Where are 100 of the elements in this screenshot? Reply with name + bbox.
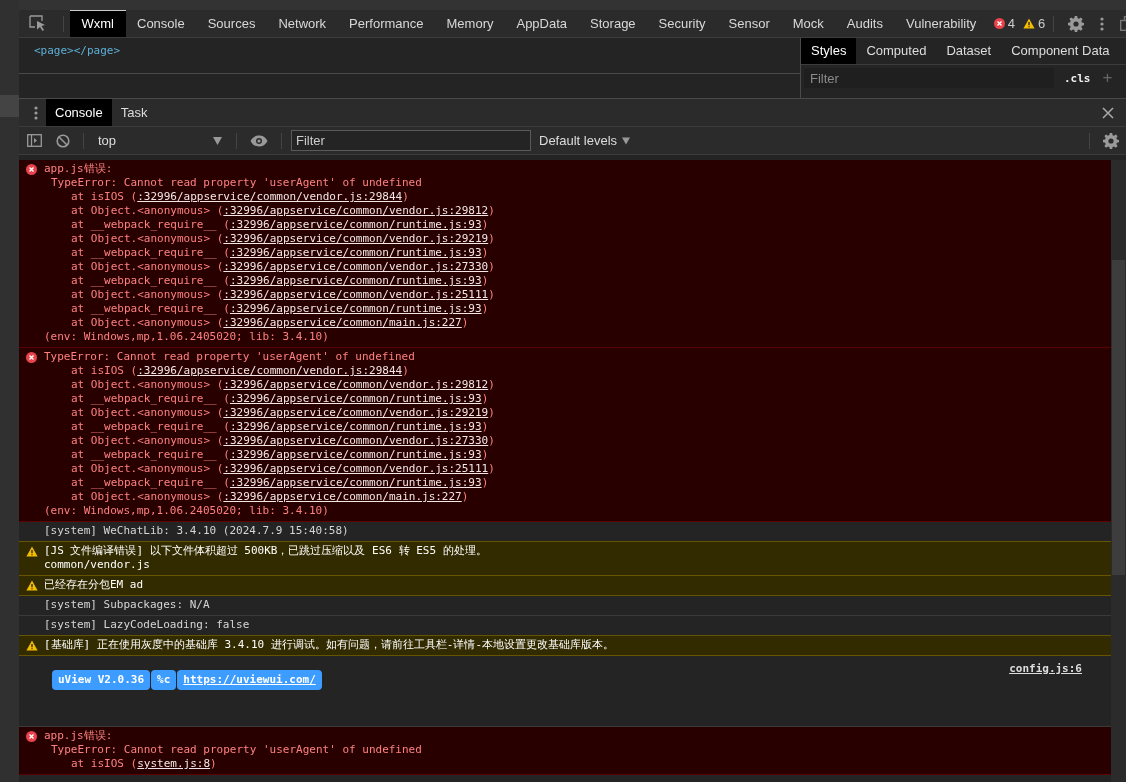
log-line: TypeError: Cannot read property 'userAgent' of undefined	[51, 176, 423, 190]
stack-frame-line: at isIOS (system.js:8)	[71, 757, 218, 771]
stack-frame-line: at Object.<anonymous> (:32996/appservice/common/vendor.js:27330)	[71, 434, 496, 448]
stack-frame-line: at isIOS (:32996/appservice/common/vendor.js:29844)	[71, 364, 410, 378]
drawer-tab[interactable]: Console	[46, 99, 112, 126]
source-link[interactable]: :32996/appservice/common/runtime.js:93	[229, 218, 482, 231]
caret-icon	[213, 136, 222, 145]
filter-field[interactable]: Filter	[291, 130, 531, 151]
sidebar-toggle-icon[interactable]	[27, 134, 42, 147]
error-icon	[26, 164, 37, 175]
source-link[interactable]: :32996/appservice/common/vendor.js:29219	[223, 232, 489, 245]
source-link[interactable]: :32996/appservice/common/vendor.js:25111	[223, 462, 489, 475]
source-link[interactable]: :32996/appservice/common/main.js:227	[223, 490, 462, 503]
stack-frame-line: at __webpack_require__ (:32996/appservice/common/runtime.js:93)	[71, 392, 490, 406]
source-link[interactable]: :32996/appservice/common/runtime.js:93	[229, 274, 482, 287]
warning-icon	[25, 546, 38, 557]
log-line: [JS 文件编译错误] 以下文件体积超过 500KB，已跳过压缩以及 ES6 转 ES5 的处理。	[44, 544, 488, 558]
source-link[interactable]: :32996/appservice/common/vendor.js:25111	[223, 288, 489, 301]
log-line: [system] Subpackages: N/A	[44, 598, 211, 612]
warning-icon	[25, 640, 38, 651]
close-icon[interactable]	[1102, 106, 1114, 119]
levels-dropdown[interactable]: Default levels	[539, 133, 631, 148]
source-link[interactable]: :32996/appservice/common/runtime.js:93	[229, 246, 482, 259]
stack-frame-line: at Object.<anonymous> (:32996/appservice/common/vendor.js:27330)	[71, 260, 496, 274]
stack-frame-line: at Object.<anonymous> (:32996/appservice/common/vendor.js:29219)	[71, 406, 496, 420]
source-link[interactable]: :32996/appservice/common/vendor.js:27330	[223, 260, 489, 273]
eye-icon[interactable]	[250, 134, 268, 147]
drawer-tab[interactable]: Task	[111, 99, 157, 126]
devtools-tab[interactable]: Network	[266, 10, 338, 37]
version-label: uView V2.0.36	[52, 670, 151, 690]
source-link[interactable]: :32996/appservice/common/runtime.js:93	[229, 420, 482, 433]
log-line: common/vendor.js	[44, 558, 151, 572]
error-count: 4	[1007, 16, 1016, 31]
source-link[interactable]: :32996/appservice/common/runtime.js:93	[229, 476, 482, 489]
source-link[interactable]: :32996/appservice/common/runtime.js:93	[229, 392, 482, 405]
warning-icon	[25, 580, 38, 591]
version-label: %c	[151, 670, 177, 690]
devtools-tab[interactable]: Audits	[835, 10, 895, 37]
devtools-tab[interactable]: Console	[125, 10, 197, 37]
devtools-tab[interactable]: Wxml	[70, 10, 126, 37]
source-link[interactable]: :32996/appservice/common/vendor.js:29844	[137, 190, 403, 203]
styles-tab[interactable]: Computed	[856, 38, 937, 64]
settings-icon[interactable]	[1103, 132, 1119, 149]
stack-frame-line: at Object.<anonymous> (:32996/appservice/common/vendor.js:25111)	[71, 462, 496, 476]
devtools-tab[interactable]: Mock	[781, 10, 836, 37]
source-link[interactable]: :32996/appservice/common/vendor.js:29812	[223, 204, 489, 217]
source-link[interactable]: :32996/appservice/common/runtime.js:93	[229, 302, 482, 315]
source-link[interactable]: :32996/appservice/common/vendor.js:29844	[137, 364, 403, 377]
source-link[interactable]: config.js:6	[1009, 662, 1082, 676]
stack-frame-line: at __webpack_require__ (:32996/appservice/common/runtime.js:93)	[71, 476, 490, 490]
scrollbar[interactable]	[1111, 160, 1126, 782]
source-link[interactable]: system.js:8	[137, 757, 211, 770]
clear-icon[interactable]	[56, 133, 70, 148]
error-icon	[26, 352, 37, 363]
stack-frame-line: at Object.<anonymous> (:32996/appservice/common/vendor.js:29812)	[71, 204, 496, 218]
devtools-tab[interactable]: Sources	[196, 10, 267, 37]
stack-frame-line: at isIOS (:32996/appservice/common/vendor.js:29844)	[71, 190, 410, 204]
source-link[interactable]: :32996/appservice/common/vendor.js:27330	[223, 434, 489, 447]
log-line: (env: Windows,mp,1.06.2405020; lib: 3.4.10)	[44, 504, 330, 518]
stack-frame-line: at Object.<anonymous> (:32996/appservice/common/main.js:227)	[71, 316, 470, 330]
more-icon[interactable]	[1100, 16, 1105, 31]
devtools-tab[interactable]: AppData	[504, 10, 579, 37]
error-icon	[993, 18, 1005, 29]
more-icon[interactable]	[34, 105, 38, 120]
cls-toggle[interactable]: .cls	[1064, 71, 1091, 85]
stack-frame-line: at Object.<anonymous> (:32996/appservice/common/vendor.js:29219)	[71, 232, 496, 246]
log-line: 已经存在分包EM ad	[44, 578, 145, 592]
panel-handle[interactable]	[0, 95, 19, 117]
devtools-tab[interactable]: Memory	[435, 10, 505, 37]
devtools-tab[interactable]: Storage	[578, 10, 648, 37]
log-line: [system] WeChatLib: 3.4.10 (2024.7.9 15:40:58)	[44, 524, 350, 538]
settings-icon[interactable]	[1068, 15, 1085, 32]
source-link[interactable]: :32996/appservice/common/vendor.js:29812	[223, 378, 489, 391]
context-select[interactable]: top	[90, 133, 230, 148]
log-line: app.js错误:	[44, 729, 114, 743]
scrollbar-thumb[interactable]	[1112, 260, 1125, 575]
styles-tab[interactable]: Component Data	[1001, 38, 1120, 64]
caret-icon	[622, 136, 631, 145]
stack-frame-line: at __webpack_require__ (:32996/appservice/common/runtime.js:93)	[71, 302, 490, 316]
wxml-node[interactable]: <page></page>	[34, 44, 121, 57]
stack-frame-line: at __webpack_require__ (:32996/appservice/common/runtime.js:93)	[71, 246, 490, 260]
devtools-tab[interactable]: Security	[647, 10, 718, 37]
stack-frame-line: at __webpack_require__ (:32996/appservice/common/runtime.js:93)	[71, 218, 490, 232]
devtools-tab[interactable]: Vulnerability	[894, 10, 988, 37]
devtools-tab[interactable]: Performance	[337, 10, 435, 37]
source-link[interactable]: :32996/appservice/common/vendor.js:29219	[223, 406, 489, 419]
stack-frame-line: at __webpack_require__ (:32996/appservice/common/runtime.js:93)	[71, 274, 490, 288]
inspect-icon[interactable]	[29, 15, 47, 32]
stack-frame-line: at Object.<anonymous> (:32996/appservice/common/vendor.js:25111)	[71, 288, 496, 302]
source-link[interactable]: :32996/appservice/common/runtime.js:93	[229, 448, 482, 461]
filter-field[interactable]: Filter	[804, 68, 1054, 88]
source-link[interactable]: :32996/appservice/common/main.js:227	[223, 316, 462, 329]
styles-tab[interactable]: Dataset	[936, 38, 1002, 64]
stack-frame-line: at __webpack_require__ (:32996/appservice/common/runtime.js:93)	[71, 448, 490, 462]
log-line: [基础库] 正在使用灰度中的基础库 3.4.10 进行调试。如有问题，请前往工具栏-详情-本地设置更改基础库版本。	[44, 638, 616, 652]
stack-frame-line: at Object.<anonymous> (:32996/appservice/common/vendor.js:29812)	[71, 378, 496, 392]
devtools-tab[interactable]: Sensor	[717, 10, 782, 37]
styles-tab[interactable]: Styles	[801, 38, 857, 64]
warning-count: 6	[1038, 16, 1046, 31]
log-line: TypeError: Cannot read property 'userAgent' of undefined	[44, 350, 416, 364]
